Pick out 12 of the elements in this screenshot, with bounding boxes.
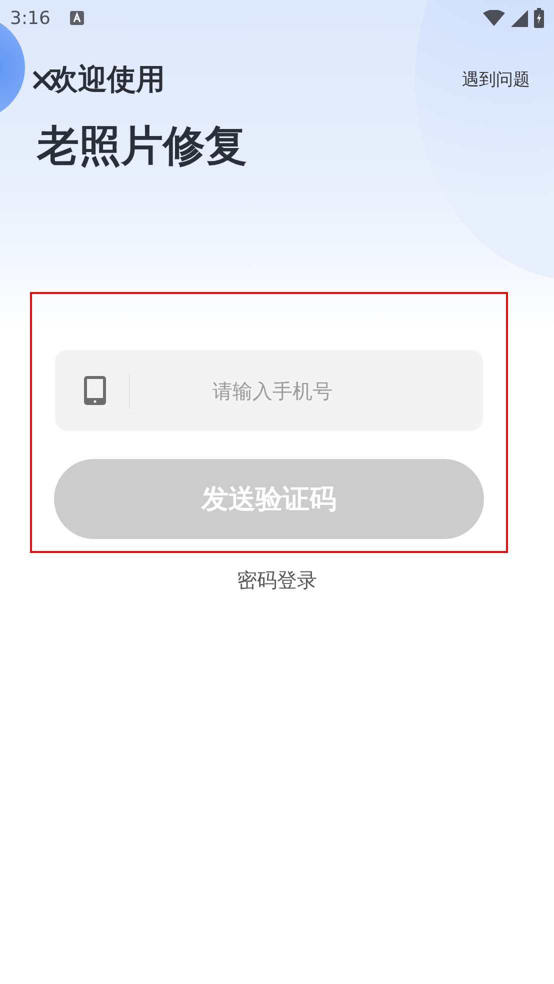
status-time: 3:16 bbox=[10, 8, 50, 28]
phone-field[interactable]: 请输入手机号 bbox=[55, 350, 483, 431]
signal-icon bbox=[511, 10, 528, 26]
battery-icon bbox=[534, 8, 544, 28]
app-title: 老照片修复 bbox=[36, 120, 247, 172]
welcome-text: 欢迎使用 bbox=[49, 61, 165, 98]
help-link[interactable]: 遇到问题 bbox=[462, 60, 530, 174]
password-login-link[interactable]: 密码登录 bbox=[237, 567, 317, 594]
keyboard-notification-icon bbox=[70, 11, 84, 25]
wifi-icon bbox=[483, 10, 505, 26]
phone-input-field[interactable]: 请输入手机号 bbox=[130, 378, 483, 404]
phone-icon bbox=[84, 376, 106, 405]
